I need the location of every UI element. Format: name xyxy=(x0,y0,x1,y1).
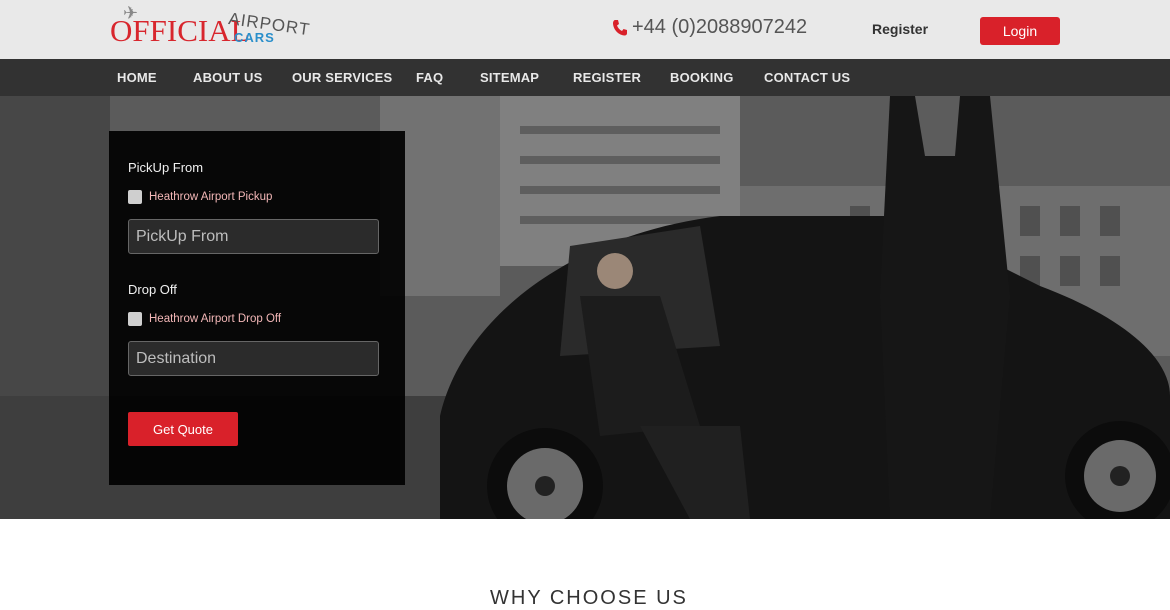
nav-our-services[interactable]: OUR SERVICES xyxy=(292,70,392,85)
nav-home[interactable]: HOME xyxy=(117,70,157,85)
nav-booking[interactable]: BOOKING xyxy=(670,70,734,85)
pickup-label: PickUp From xyxy=(128,160,204,175)
dropoff-label: Drop Off xyxy=(128,282,177,297)
dropoff-checkbox[interactable] xyxy=(128,312,142,326)
nav-faq[interactable]: FAQ xyxy=(416,70,443,85)
dropoff-checkbox-label[interactable]: Heathrow Airport Drop Off xyxy=(149,313,281,325)
phone-number[interactable]: +44 (0)2088907242 xyxy=(612,16,807,39)
nav-about-us[interactable]: ABOUT US xyxy=(193,70,263,85)
nav-sitemap[interactable]: SITEMAP xyxy=(480,70,539,85)
phone-number-text: +44 (0)2088907242 xyxy=(632,16,808,38)
nav-contact-us[interactable]: CONTACT US xyxy=(764,70,850,85)
why-choose-us-heading: WHY CHOOSE US xyxy=(490,587,688,609)
pickup-checkbox[interactable] xyxy=(128,190,142,204)
login-button[interactable]: Login xyxy=(980,17,1060,45)
nav-register[interactable]: REGISTER xyxy=(573,70,641,85)
destination-input[interactable] xyxy=(128,341,379,376)
pickup-checkbox-row[interactable]: Heathrow Airport Pickup xyxy=(128,190,272,204)
booking-form: PickUp From Heathrow Airport Pickup Drop… xyxy=(109,131,405,485)
logo-text-cars: CARS xyxy=(234,30,275,45)
site-logo[interactable]: ✈ OFFICIAL AIRPORT CARS xyxy=(108,3,314,55)
dropoff-checkbox-row[interactable]: Heathrow Airport Drop Off xyxy=(128,312,281,326)
pickup-input[interactable] xyxy=(128,219,379,254)
main-nav: HOME ABOUT US OUR SERVICES FAQ SITEMAP R… xyxy=(0,59,1170,96)
top-header: ✈ OFFICIAL AIRPORT CARS +44 (0)208890724… xyxy=(0,0,1170,59)
register-link[interactable]: Register xyxy=(872,21,928,37)
phone-icon xyxy=(613,19,627,35)
get-quote-button[interactable]: Get Quote xyxy=(128,412,238,446)
pickup-checkbox-label[interactable]: Heathrow Airport Pickup xyxy=(149,191,272,203)
